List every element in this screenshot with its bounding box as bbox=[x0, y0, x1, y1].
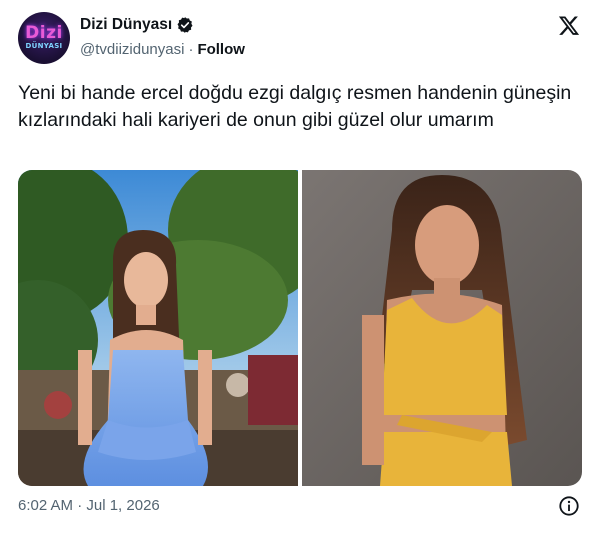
photo-left[interactable] bbox=[18, 170, 298, 486]
avatar[interactable]: Dizi DÜNYASI bbox=[18, 12, 70, 64]
separator-dot: · bbox=[188, 41, 194, 58]
info-icon[interactable] bbox=[558, 495, 580, 517]
x-logo-icon[interactable] bbox=[557, 14, 581, 38]
photo-right[interactable] bbox=[302, 170, 582, 486]
display-name[interactable]: Dizi Dünyası bbox=[80, 16, 172, 34]
avatar-logo-bottom: DÜNYASI bbox=[25, 42, 63, 50]
follow-button[interactable]: Follow bbox=[197, 41, 245, 58]
account-handle[interactable]: @tvdiizidunyasi bbox=[80, 41, 184, 58]
tweet-card: Dizi DÜNYASI Dizi Dünyası @tvdiizidunyas… bbox=[0, 0, 600, 536]
verified-badge-icon bbox=[177, 17, 193, 33]
handle-row: @tvdiizidunyasi · Follow bbox=[80, 41, 245, 58]
tweet-timestamp[interactable]: 6:02 AM · Jul 1, 2026 bbox=[18, 497, 160, 514]
photo-left-image bbox=[18, 170, 298, 486]
avatar-logo-top: Dizi bbox=[25, 23, 63, 43]
media-grid bbox=[18, 170, 582, 486]
tweet-text: Yeni bi hande ercel doğdu ezgi dalgıç re… bbox=[18, 82, 572, 131]
photo-right-image bbox=[302, 170, 582, 486]
name-row: Dizi Dünyası bbox=[80, 16, 194, 34]
